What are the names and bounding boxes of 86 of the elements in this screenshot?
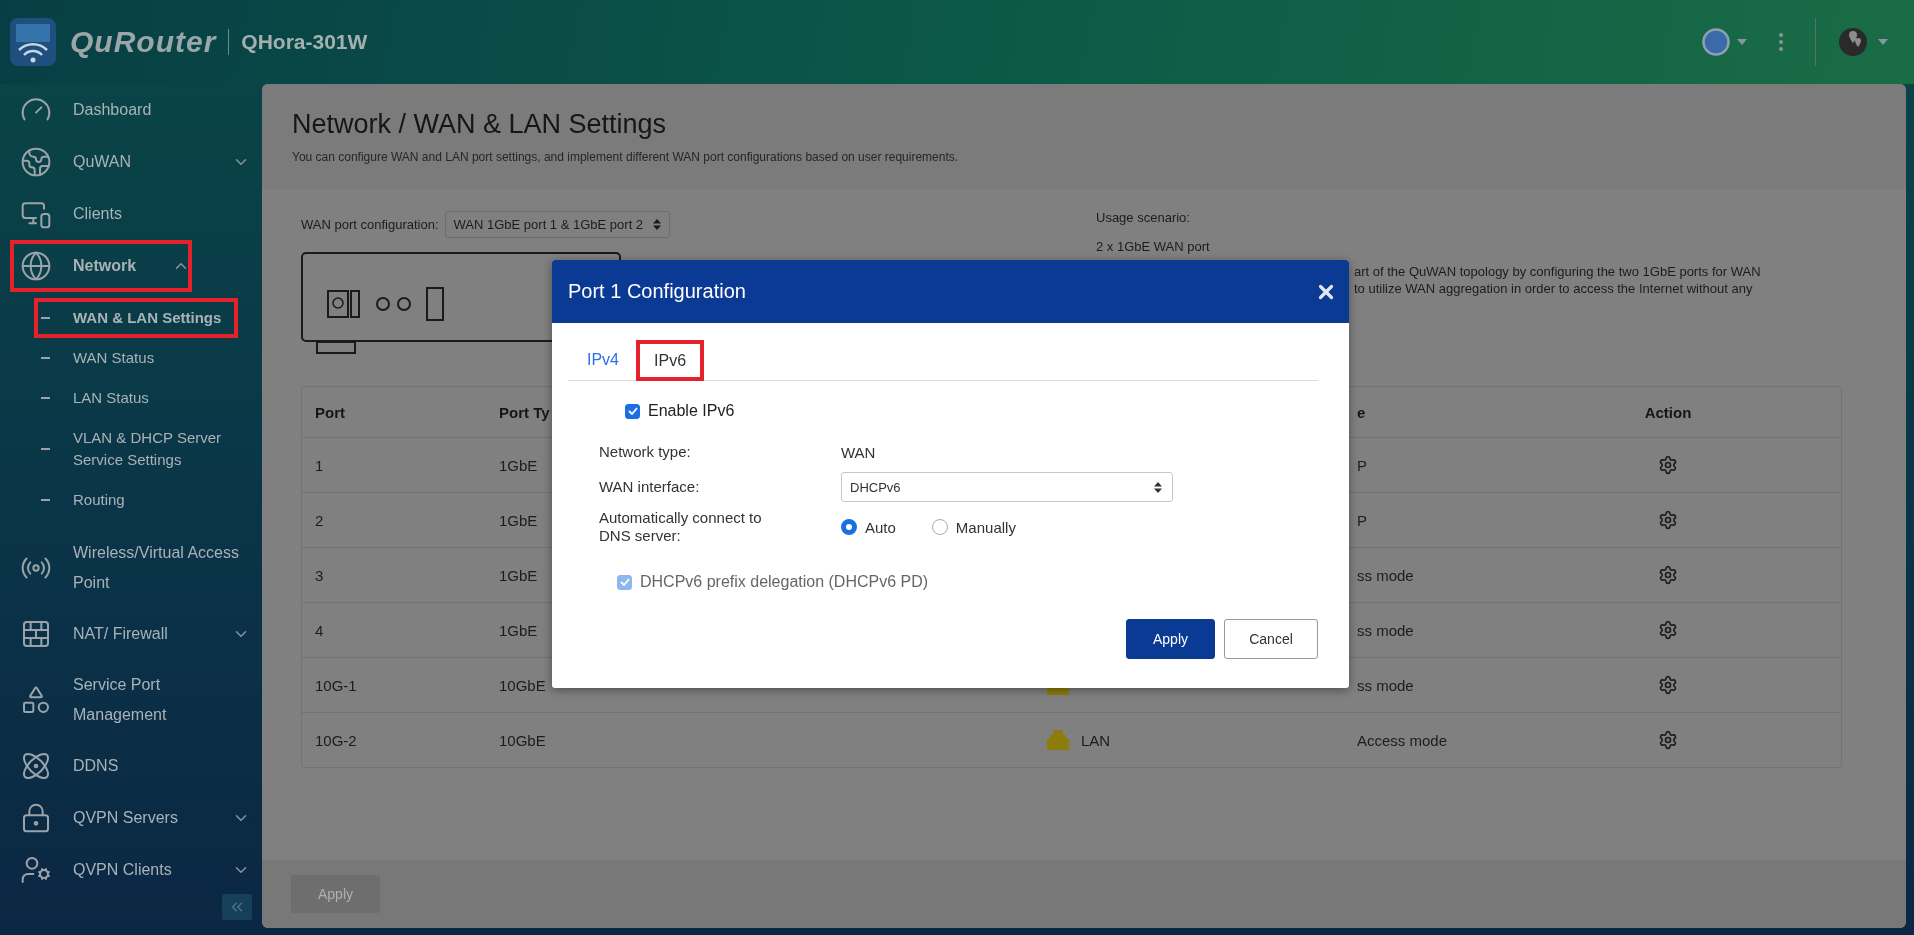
radio-option[interactable]: Auto [841,518,896,536]
table-cell: LAN [1081,731,1111,749]
checkbox-label: Enable IPv6 [648,402,735,420]
table-cell: P [1357,456,1367,474]
sidebar-item[interactable]: Clients [0,188,252,240]
radio-option[interactable]: Manually [931,518,1016,536]
table-cell: 1GbE [499,621,538,639]
sidebar-item[interactable]: NAT/ Firewall [0,608,252,660]
field-label: Automatically connect to DNS server: [599,509,763,545]
user-menu[interactable] [1701,27,1747,57]
page-subtitle: You can configure WAN and LAN port settings, and implement different WAN port configurations based on user requirements. [292,150,960,164]
sidebar-subitem[interactable]: LAN Status [0,378,256,418]
sidebar-item[interactable]: Network [10,240,192,292]
sidebar-subitem[interactable]: VLAN & DHCP Server Service Settings [0,418,256,480]
caret-icon [1878,39,1888,45]
sidebar-subitem[interactable]: Routing [0,480,256,520]
sidebar-subitem[interactable]: WAN & LAN Settings [34,298,238,338]
table-cell: P [1357,511,1367,529]
checkbox[interactable] [625,403,640,419]
table-cell: ss mode [1357,676,1414,694]
atom-icon [20,750,52,782]
sidebar-item[interactable]: QVPN Servers [0,792,252,844]
column-header: Port Ty [499,403,550,421]
device-name: QHora-301W [241,30,368,54]
settings-icon[interactable] [1658,510,1678,530]
wan-config-select[interactable]: WAN 1GbE port 1 & 1GbE port 2 [444,211,671,238]
globe-icon [20,146,52,178]
field-label: Network type: [599,443,692,461]
table-cell: 4 [315,621,324,639]
usage-description: art of the QuWAN topology by configuring the two 1GbE ports for WAN [1354,263,1761,280]
wan-interface-select[interactable]: DHCPv6 [841,472,1173,502]
usage-title: Usage scenario: [1096,209,1190,226]
table-cell: 10GbE [499,676,546,694]
usage-scenario: 2 x 1GbE WAN port [1096,238,1210,255]
table-cell: 10GbE [499,731,546,749]
sidebar-item[interactable]: DDNS [0,740,252,792]
table-cell: ss mode [1357,621,1414,639]
settings-icon[interactable] [1658,455,1678,475]
field-label: WAN port configuration: [301,217,439,232]
sidebar-item[interactable]: Service Port Management [0,660,252,740]
table-cell: Access mode [1357,731,1448,749]
field-value: WAN [841,443,876,461]
ethernet-port-icon [1047,730,1069,750]
settings-icon[interactable] [1658,620,1678,640]
column-header: e [1357,403,1366,421]
location-menu[interactable] [1838,27,1888,57]
table-cell: 3 [315,566,324,584]
sidebar-item[interactable]: QVPN Clients [0,844,252,896]
globe-icon [20,250,52,282]
shapes-icon [20,684,52,716]
sidebar-item[interactable]: Wireless/Virtual Access Point [0,528,252,608]
page-title: Network / WAN & LAN Settings [292,109,668,140]
table-cell: 2 [315,511,324,529]
settings-icon[interactable] [1658,675,1678,695]
settings-icon[interactable] [1658,565,1678,585]
location-icon [1838,27,1868,57]
user-gear-icon [20,854,52,886]
apply-button[interactable]: Apply [1126,619,1215,659]
table-cell: 10G-1 [315,676,357,694]
sort-caret-icon [653,219,662,230]
sidebar-item[interactable]: Dashboard [0,84,252,136]
lock-icon [20,802,52,834]
table-cell: 1GbE [499,566,538,584]
table-cell: 1 [315,456,324,474]
settings-icon[interactable] [1658,730,1678,750]
tab[interactable]: IPv4 [570,340,636,380]
checkbox-label: DHCPv6 prefix delegation (DHCPv6 PD) [640,573,929,591]
column-header: Action [1644,403,1692,421]
sidebar-item[interactable]: QuWAN [0,136,252,188]
tab[interactable]: IPv6 [636,340,705,381]
column-header: Port [315,403,345,421]
sidebar-subitem[interactable]: WAN Status [0,338,256,378]
table-cell: ss mode [1357,566,1414,584]
usage-description: to utilize WAN aggregation in order to access the Internet without any [1354,280,1753,297]
table-cell: 1GbE [499,456,538,474]
cancel-button[interactable]: Cancel [1224,619,1318,659]
dialog-title: Port 1 Configuration [568,280,746,303]
sort-caret-icon [1154,481,1162,493]
app-logo-icon [10,18,56,66]
table-cell: 1GbE [499,511,538,529]
logo-text: QuRouter [70,25,217,59]
user-avatar-icon [1701,27,1731,57]
brick-wall-icon [20,618,52,650]
field-label: WAN interface: [599,478,701,496]
table-cell: 10G-2 [315,731,357,749]
caret-icon [1737,39,1747,45]
